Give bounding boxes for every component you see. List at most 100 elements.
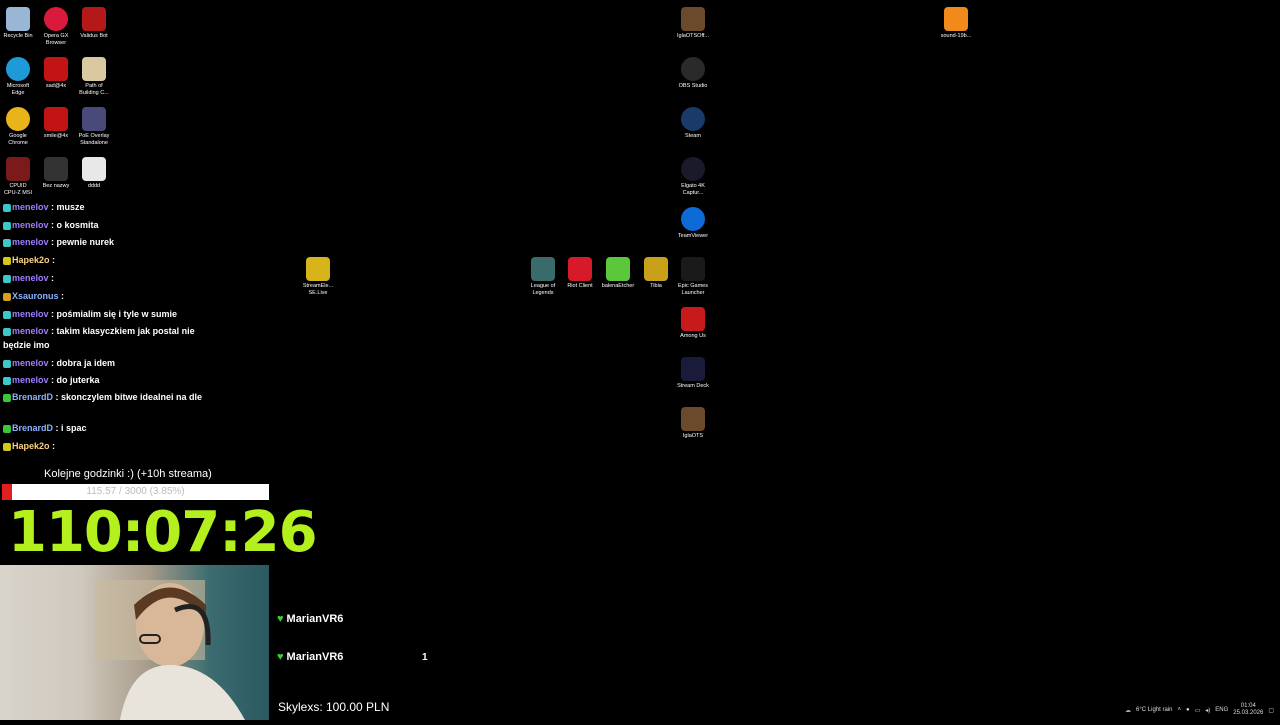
clock-time: 01:04 — [1240, 703, 1256, 709]
dddd-icon — [82, 157, 106, 181]
weather-icon[interactable]: ☁ — [1125, 707, 1131, 714]
chat-message: dobra ja idem — [56, 358, 116, 368]
chrome-icon — [6, 107, 30, 131]
desktop-shortcut[interactable]: Epic Games Launcher — [668, 253, 718, 297]
shortcut-label: Steam — [685, 133, 701, 139]
chat-line: menelov : pewnie nurek — [3, 235, 213, 249]
chat-line: menelov : musze — [3, 200, 213, 214]
obs-icon — [681, 57, 705, 81]
chat-line: Hapek2o : — [3, 439, 213, 453]
vlc-icon — [944, 7, 968, 31]
riot-client-icon — [568, 257, 592, 281]
heart-icon: ♥ — [277, 651, 284, 663]
elgato-icon — [681, 157, 705, 181]
validus-bot-icon — [82, 7, 106, 31]
stream-deck-icon — [681, 357, 705, 381]
recycle-bin-icon — [6, 7, 30, 31]
chat-line: menelov : do juterka — [3, 373, 213, 387]
chat-message: pośmialim się i tyle w sumie — [56, 309, 178, 319]
chat-user: Hapek2o — [12, 441, 50, 451]
alert-count: 1 — [422, 652, 428, 663]
webcam-feed — [0, 565, 269, 720]
chat-line: menelov : o kosmita — [3, 218, 213, 232]
weather-text[interactable]: 6°C Light rain — [1136, 707, 1172, 713]
streamelements-icon — [306, 257, 330, 281]
chat-user: menelov — [12, 309, 49, 319]
chat-line: Hapek2o : — [3, 253, 213, 267]
shortcut-label: OBS Studio — [678, 83, 708, 89]
desktop-shortcut[interactable]: PoE Overlay Standalone — [69, 103, 119, 147]
desktop-shortcut[interactable]: IglaOTS — [668, 403, 718, 440]
chat-user: menelov — [12, 326, 49, 336]
system-tray: ☁ 6°C Light rain ˄ ● ▭ ◂) ENG 01:04 25.0… — [1125, 700, 1280, 720]
network-icon[interactable]: ▭ — [1195, 707, 1201, 714]
among-us-icon — [681, 307, 705, 331]
cpuz-icon — [6, 157, 30, 181]
chat-user: menelov — [12, 202, 49, 212]
path-of-building-icon — [82, 57, 106, 81]
taskbar: ☁ 6°C Light rain ˄ ● ▭ ◂) ENG 01:04 25.0… — [0, 700, 1280, 720]
poe-overlay-icon — [82, 107, 106, 131]
shortcut-label: IglaOTS — [682, 433, 704, 439]
desktop-shortcut[interactable]: Stream Deck — [668, 353, 718, 390]
shortcut-label: PoE Overlay Standalone — [78, 133, 110, 146]
chat-line: menelov : pośmialim się i tyle w sumie — [3, 307, 213, 321]
desktop-shortcut[interactable]: Steam — [668, 103, 718, 140]
chat-user: BrenardD — [12, 392, 54, 402]
language-indicator[interactable]: ENG — [1215, 707, 1228, 713]
chat-line: menelov : takim klasyczkiem jak postal n… — [3, 326, 195, 350]
edge-icon — [6, 57, 30, 81]
desktop-shortcut[interactable]: dddd — [69, 153, 119, 190]
follower-alert: ♥ MarianVR6 — [277, 651, 344, 663]
volume-icon[interactable]: ◂) — [1205, 707, 1210, 714]
desktop-shortcut[interactable]: Validus Bot — [69, 3, 119, 40]
shortcut-label: Path of Building C... — [79, 83, 109, 96]
smile-icon — [44, 107, 68, 131]
epic-games-icon — [681, 257, 705, 281]
shortcut-label: Among Us — [680, 333, 706, 339]
chat-line: BrenardD : i spac — [3, 421, 213, 435]
goal-title: Kolejne godzinki :) (+10h streama) — [44, 468, 212, 480]
chat-message: musze — [56, 202, 85, 212]
chat-user: Hapek2o — [12, 255, 50, 265]
chevron-up-icon[interactable]: ˄ — [1177, 707, 1181, 713]
microphone-icon[interactable]: ● — [1186, 707, 1190, 713]
shortcut-label: StreamEle... SE.Live — [302, 283, 334, 296]
iglaots-icon — [681, 407, 705, 431]
chat-user: BrenardD — [12, 423, 54, 433]
chat-line: Xsauronus : — [3, 289, 213, 303]
opera-gx-icon — [44, 7, 68, 31]
desktop-shortcut[interactable]: TeamViewer — [668, 203, 718, 240]
chat-user: menelov — [12, 220, 49, 230]
notification-icon[interactable]: ▢ — [1268, 707, 1274, 714]
iglaots-off-icon — [681, 7, 705, 31]
desktop-shortcut[interactable]: Among Us — [668, 303, 718, 340]
shortcut-label: TeamViewer — [677, 233, 709, 239]
desktop-shortcut[interactable]: IglaOTSOff... — [668, 3, 718, 40]
chat-line: menelov : dobra ja idem — [3, 356, 213, 370]
follower-alert: ♥ MarianVR6 — [277, 613, 344, 625]
subathon-timer: 110:07:26 — [8, 500, 318, 565]
desktop-shortcut[interactable]: sound-19b... — [931, 3, 981, 40]
desktop-shortcut[interactable]: StreamEle... SE.Live — [293, 253, 343, 297]
goal-progress-bar: 115.57 / 3000 (3.85%) — [2, 484, 269, 500]
heart-icon: ♥ — [277, 613, 284, 625]
tibia-icon — [644, 257, 668, 281]
sad-icon — [44, 57, 68, 81]
chat-line: menelov : — [3, 271, 213, 285]
shortcut-label: Elgato 4K Captur... — [681, 183, 705, 196]
shortcut-label: sound-19b... — [940, 33, 972, 39]
balena-icon — [606, 257, 630, 281]
bez-nazwy-icon — [44, 157, 68, 181]
chat-line: BrenardD : skonczylem bitwe idealnei na … — [3, 390, 213, 404]
chat-message: skonczylem bitwe idealnei na dle — [61, 392, 203, 402]
league-icon — [531, 257, 555, 281]
chat-user: Xsauronus — [12, 291, 59, 301]
desktop-shortcut[interactable]: Elgato 4K Captur... — [668, 153, 718, 197]
steam-icon — [681, 107, 705, 131]
chat-message: i spac — [61, 423, 87, 433]
chat-user: menelov — [12, 237, 49, 247]
desktop-shortcut[interactable]: OBS Studio — [668, 53, 718, 90]
desktop-shortcut[interactable]: Path of Building C... — [69, 53, 119, 97]
clock[interactable]: 01:04 25.03.2026 — [1233, 703, 1263, 717]
